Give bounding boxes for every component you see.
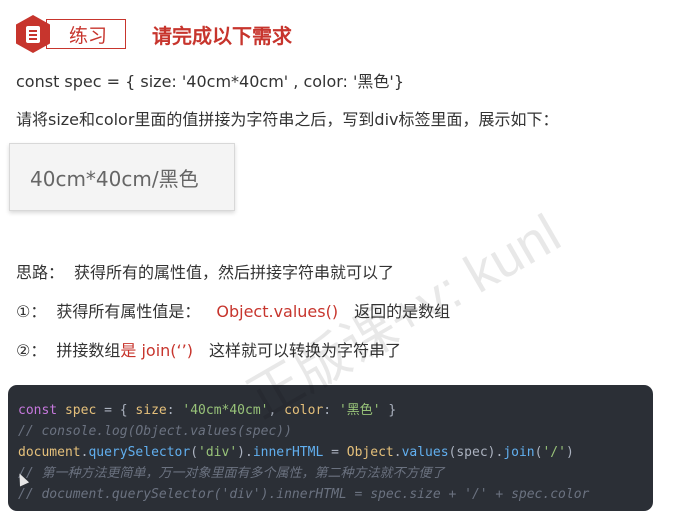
demo-output-box: 40cm*40cm/黑色 bbox=[9, 143, 235, 211]
step-2-text: 拼接数组 bbox=[56, 341, 121, 360]
code-line-3: document.querySelector('div').innerHTML … bbox=[18, 442, 653, 463]
code-punct: : bbox=[166, 403, 183, 418]
code-line-2: // console.log(Object.values(spec)) bbox=[18, 424, 292, 439]
step-2-highlight: 是 join(‘’) bbox=[120, 341, 193, 360]
step-2-number: ②： bbox=[16, 341, 47, 360]
code-line-1: const spec = { size: '40cm*40cm', color:… bbox=[18, 400, 653, 421]
code-object: Object bbox=[346, 445, 394, 460]
step-1-highlight: Object.values() bbox=[216, 302, 339, 321]
idea-text: 获得所有的属性值，然后拼接字符串就可以了 bbox=[74, 263, 395, 282]
code-punct: : bbox=[323, 403, 339, 418]
code-variable: spec bbox=[64, 403, 97, 418]
document-icon bbox=[26, 25, 40, 43]
step-1-number: ①： bbox=[16, 302, 47, 321]
page-title: 请完成以下需求 bbox=[152, 23, 293, 48]
code-keyword: const bbox=[18, 403, 58, 418]
code-punct: , bbox=[268, 403, 285, 418]
step-1: ①： 获得所有属性值是： Object.values() 返回的是数组 bbox=[16, 298, 450, 322]
code-string: '40cm*40cm' bbox=[182, 403, 269, 418]
code-method: innerHTML bbox=[252, 445, 324, 460]
exercise-badge-label: 练习 bbox=[46, 19, 127, 49]
code-string: 'div' bbox=[198, 445, 238, 460]
code-prop-size: size bbox=[135, 403, 167, 418]
idea-label: 思路： bbox=[16, 263, 65, 282]
spec-declaration: const spec = { size: '40cm*40cm' , color… bbox=[16, 72, 405, 91]
code-method: values bbox=[401, 445, 449, 460]
step-1-text: 获得所有属性值是： bbox=[56, 302, 201, 321]
code-string: '/' bbox=[542, 445, 566, 460]
code-punct: = { bbox=[96, 403, 136, 418]
exercise-header: 练习 请完成以下需求 bbox=[16, 15, 293, 53]
code-method: querySelector bbox=[88, 445, 191, 460]
step-2-tail: 这样就可以转换为字符串了 bbox=[208, 341, 401, 360]
code-punct: (spec). bbox=[448, 445, 504, 460]
exercise-badge-hexagon bbox=[16, 15, 50, 53]
code-line-5: // document.querySelector('div').innerHT… bbox=[18, 487, 590, 502]
idea-line: 思路： 获得所有的属性值，然后拼接字符串就可以了 bbox=[16, 259, 394, 283]
code-punct: . bbox=[393, 445, 402, 460]
step-2: ②： 拼接数组是 join(‘’) 这样就可以转换为字符串了 bbox=[16, 337, 401, 361]
code-punct: } bbox=[380, 403, 397, 418]
code-line-4: // 第一种方法更简单，万一对象里面有多个属性，第二种方法就不方便了 bbox=[18, 466, 445, 481]
code-punct: ). bbox=[237, 445, 253, 460]
step-1-tail: 返回的是数组 bbox=[354, 302, 451, 321]
code-punct: = bbox=[323, 445, 347, 460]
code-block: const spec = { size: '40cm*40cm', color:… bbox=[8, 385, 653, 511]
code-prop-color: color bbox=[284, 403, 324, 418]
code-punct: ( bbox=[190, 445, 199, 460]
code-object: document bbox=[18, 445, 81, 460]
code-punct: ) bbox=[565, 445, 574, 460]
code-method: join bbox=[503, 445, 535, 460]
instruction-text: 请将size和color里面的值拼接为字符串之后，写到div标签里面，展示如下： bbox=[16, 110, 559, 129]
code-string: '黑色' bbox=[338, 403, 381, 418]
